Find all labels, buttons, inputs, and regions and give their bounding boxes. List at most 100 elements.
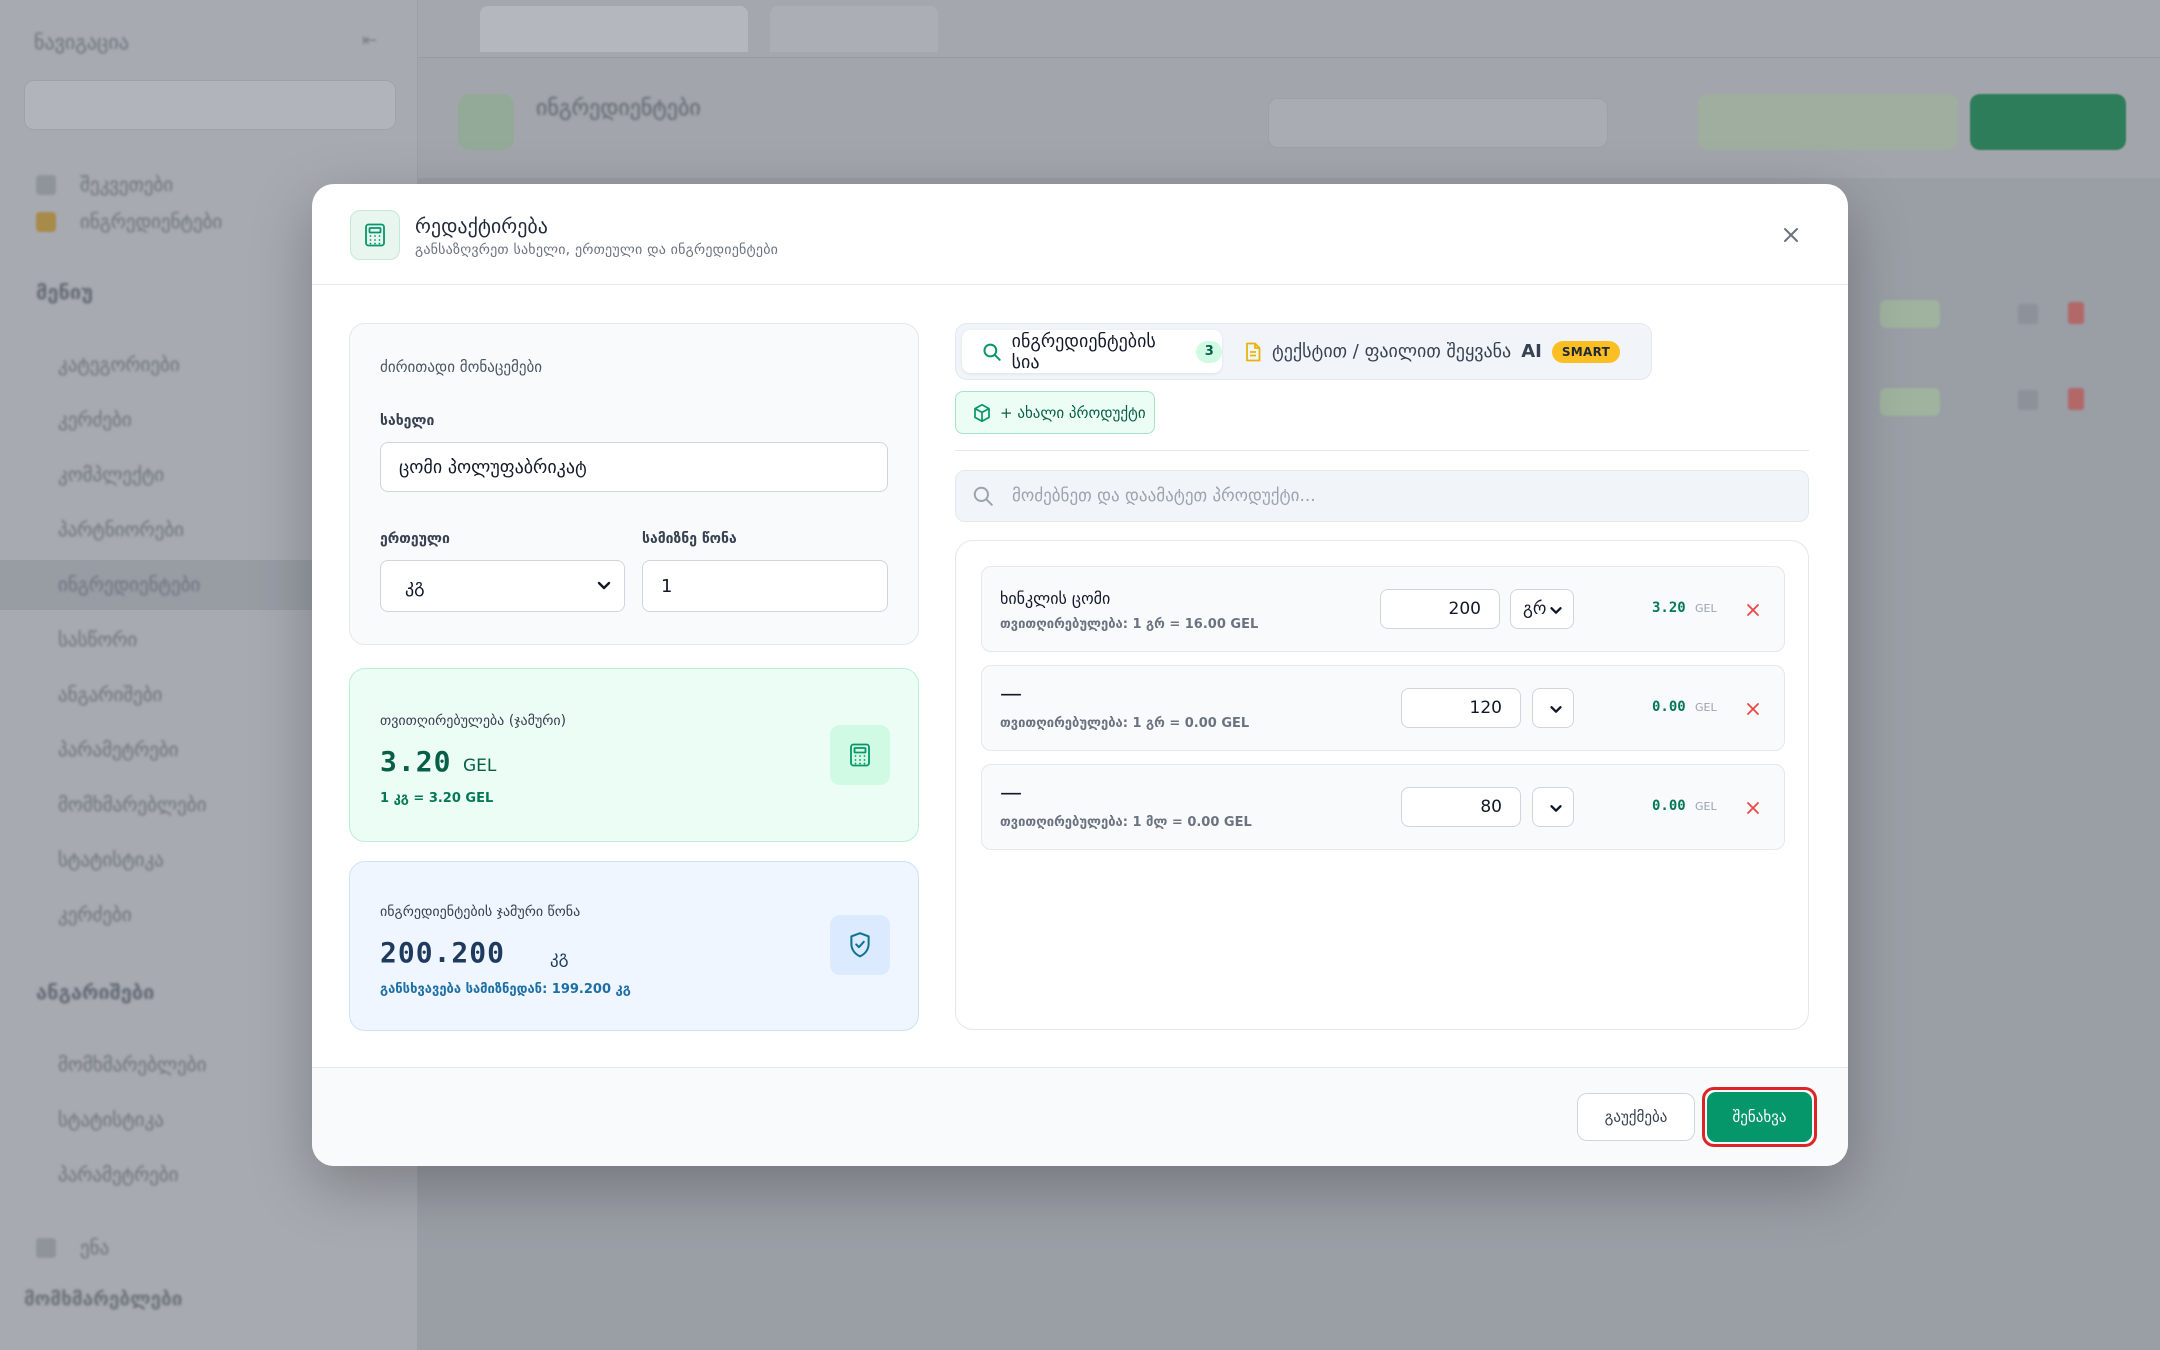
chevron-down-icon [1550, 706, 1562, 713]
unit-select[interactable]: კგ [380, 560, 625, 612]
background-nav-item: სასწორი [58, 629, 138, 651]
background-nav-item: პარამეტრები [58, 1164, 179, 1186]
background-nav-item: მომხმარებლები [58, 1054, 207, 1076]
modal-body: ძირითადი მონაცემები სახელი ცომი პოლუფაბრ… [312, 285, 1848, 1067]
unit-dropdown-value: გრ [1523, 599, 1547, 619]
remove-ingredient-button[interactable] [1743, 699, 1763, 719]
ingredient-tabs: ინგრედიენტების სია 3 ტექსტით / ფაილით შე… [955, 323, 1652, 380]
modal-header: რედაქტირება განსაზღვრეთ სახელი, ერთეული … [312, 184, 1848, 285]
cancel-button[interactable]: გაუქმება [1577, 1093, 1695, 1141]
cost-currency: GEL [463, 756, 497, 776]
background-search [1268, 98, 1608, 148]
close-icon [1747, 703, 1759, 715]
background-nav-item: შეკვეთები [80, 174, 174, 196]
background-secondary-button [1698, 94, 1958, 150]
search-icon [973, 486, 993, 506]
weight-card: ინგრედიენტების ჯამური წონა 200.200 კგ გა… [349, 861, 919, 1031]
smart-badge: SMART [1551, 340, 1621, 363]
tab-text-file-input[interactable]: ტექსტით / ფაილით შეყვანა AI SMART [1244, 330, 1621, 373]
background-tab [770, 6, 938, 52]
cost-value: 3.20 [380, 745, 452, 778]
background-nav-item: სტატისტიკა [58, 1109, 164, 1131]
background-nav-item: კომპლექტი [58, 464, 165, 486]
ingredient-currency: GEL [1695, 701, 1717, 714]
document-icon [1246, 342, 1261, 361]
quantity-input[interactable]: 120 [1401, 688, 1521, 728]
ai-label: AI [1521, 341, 1542, 362]
ingredient-currency: GEL [1695, 800, 1717, 813]
background-collapse-icon: ⇤ [362, 30, 378, 51]
background-status-badge [1880, 300, 1940, 328]
close-icon [1747, 604, 1759, 616]
calculator-icon [350, 210, 400, 260]
background-edit-icon [2018, 304, 2038, 324]
new-product-label: + ახალი პროდუქტი [1000, 403, 1146, 422]
ingredient-cost-meta: თვითღირებულება: 1 გრ = 0.00 GEL [1000, 716, 1250, 731]
unit-dropdown[interactable] [1532, 688, 1574, 728]
remove-ingredient-button[interactable] [1743, 798, 1763, 818]
quantity-input[interactable]: 200 [1380, 589, 1500, 629]
background-nav-item: კერძები [58, 409, 132, 431]
new-product-button[interactable]: + ახალი პროდუქტი [955, 391, 1155, 434]
background-nav-item: კერძები [58, 904, 132, 926]
background-nav-item: ანგარიშები [58, 684, 163, 706]
background-edit-icon [2018, 390, 2038, 410]
remove-ingredient-button[interactable] [1743, 600, 1763, 620]
edit-modal: რედაქტირება განსაზღვრეთ სახელი, ერთეული … [312, 184, 1848, 1166]
main-data-section-title: ძირითადი მონაცემები [380, 358, 542, 376]
background-nav-item: მომხმარებლები [58, 794, 207, 816]
background-language-icon [36, 1238, 56, 1258]
target-weight-input[interactable]: 1 [642, 560, 888, 612]
ingredient-name: ხინკლის ცომი [1000, 589, 1111, 608]
calculator-icon [830, 725, 890, 785]
ingredient-row: ხინკლის ცომი თვითღირებულება: 1 გრ = 16.0… [981, 566, 1785, 652]
unit-dropdown[interactable] [1532, 787, 1574, 827]
divider [955, 450, 1809, 451]
background-status-badge [1880, 388, 1940, 416]
background-nav-item: პარტნიორები [58, 519, 184, 541]
unit-label: ერთეული [380, 531, 450, 547]
ingredient-cost-meta: თვითღირებულება: 1 გრ = 16.00 GEL [1000, 617, 1259, 632]
name-input[interactable]: ცომი პოლუფაბრიკატ [380, 442, 888, 492]
background-nav-item: კატეგორიები [58, 354, 180, 376]
background-page-title: ინგრედიენტები [536, 96, 701, 121]
ingredient-row: — თვითღირებულება: 1 მლ = 0.00 GEL 80 0.0… [981, 764, 1785, 850]
background-add-button [1970, 94, 2126, 150]
ingredient-price: 0.00 [1652, 798, 1686, 814]
background-section-menu: მენიუ [36, 280, 93, 304]
background-branch-select [24, 80, 396, 130]
weight-value: 200.200 [380, 936, 506, 969]
name-label: სახელი [380, 413, 435, 429]
close-icon [1784, 228, 1798, 242]
chevron-down-icon [1550, 607, 1562, 614]
background-ingredients-icon [36, 212, 56, 232]
shield-check-icon [830, 915, 890, 975]
close-icon [1747, 802, 1759, 814]
ingredient-list: ხინკლის ცომი თვითღირებულება: 1 გრ = 16.0… [955, 540, 1809, 1030]
tab-ingredient-list[interactable]: ინგრედიენტების სია 3 [962, 330, 1222, 373]
background-tab-active [480, 6, 748, 52]
unit-select-value: კგ [405, 575, 425, 597]
ingredient-row: — თვითღირებულება: 1 გრ = 0.00 GEL 120 0.… [981, 665, 1785, 751]
cost-footnote: 1 კგ = 3.20 GEL [380, 791, 494, 806]
close-button[interactable] [1776, 220, 1806, 250]
background-orders-icon [36, 175, 56, 195]
background-topbar [418, 0, 2160, 58]
main-data-card: ძირითადი მონაცემები სახელი ცომი პოლუფაბრ… [349, 323, 919, 645]
search-icon [983, 343, 1001, 361]
background-sidebar-title: ნავიგაცია [34, 30, 129, 54]
tab-text-file-label: ტექსტით / ფაილით შეყვანა [1272, 341, 1512, 362]
quantity-input[interactable]: 80 [1401, 787, 1521, 827]
ingredient-name: — [1000, 781, 1022, 806]
background-nav-item: ინგრედიენტები [58, 574, 201, 596]
ingredient-count-badge: 3 [1196, 340, 1222, 363]
ingredient-cost-meta: თვითღირებულება: 1 მლ = 0.00 GEL [1000, 815, 1252, 830]
unit-dropdown[interactable]: გრ [1510, 589, 1574, 629]
cost-title: თვითღირებულება (ჯამური) [380, 713, 567, 729]
product-search-input[interactable]: მოძებნეთ და დაამატეთ პროდუქტი... [955, 470, 1809, 522]
weight-footnote: განსხვავება სამიზნედან: 199.200 კგ [380, 982, 631, 997]
save-button[interactable]: შენახვა [1707, 1092, 1812, 1142]
chevron-down-icon [597, 581, 611, 590]
ingredient-name: — [1000, 682, 1022, 707]
tab-ingredient-list-label: ინგრედიენტების სია [1011, 330, 1156, 373]
